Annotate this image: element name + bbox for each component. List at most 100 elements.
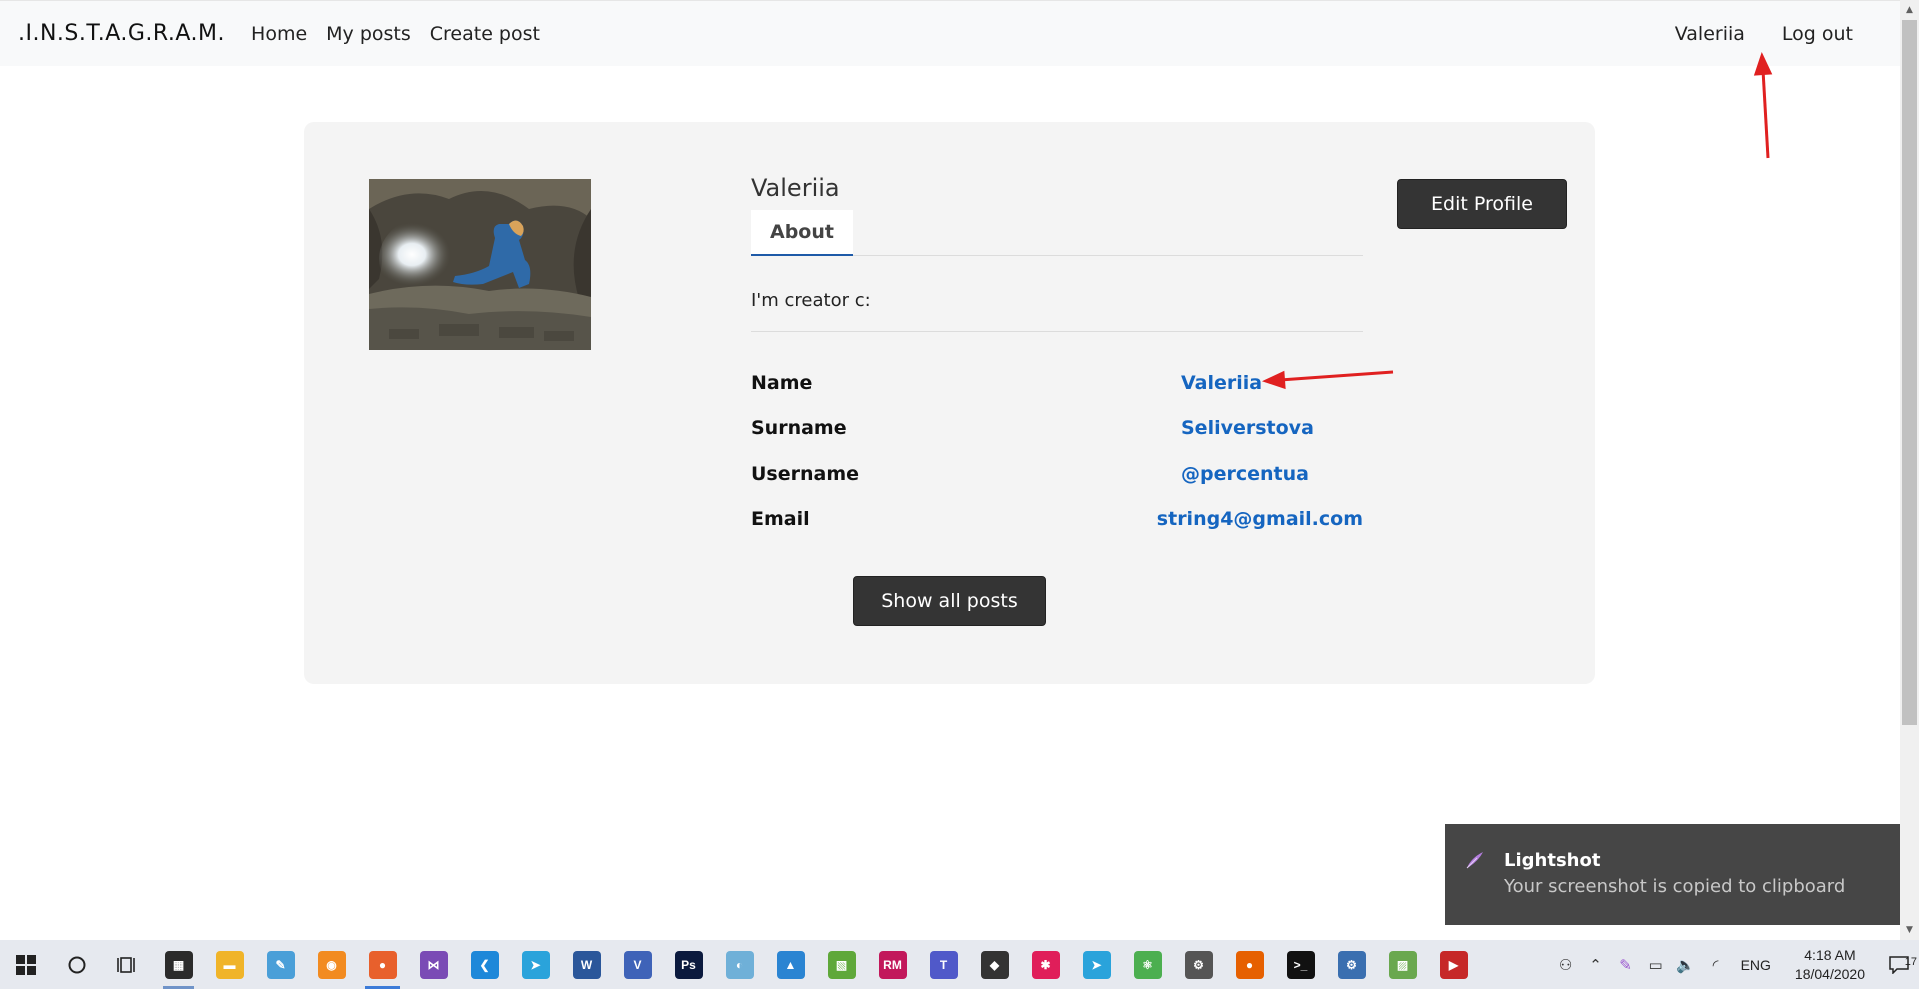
info-label: Surname: [751, 417, 847, 440]
taskbar-app-photoshop[interactable]: Ps: [663, 940, 714, 989]
info-row-username: Username @percentua: [751, 451, 1363, 497]
brand-logo[interactable]: .I.N.S.T.A.G.R.A.M.: [18, 21, 225, 46]
profile-photo: [369, 179, 591, 350]
scroll-up-arrow-icon[interactable]: ▲: [1900, 2, 1919, 18]
nav-logout[interactable]: Log out: [1782, 23, 1853, 45]
toast-title: Lightshot: [1504, 850, 1601, 871]
taskbar-app-slack[interactable]: ✱: [1020, 940, 1071, 989]
taskbar-app-inkscape[interactable]: ◆: [969, 940, 1020, 989]
taskbar-app-terminal[interactable]: >_: [1275, 940, 1326, 989]
clock-time: 4:18 AM: [1804, 946, 1856, 963]
nav-my-posts[interactable]: My posts: [326, 23, 411, 45]
slack-icon: ✱: [1031, 950, 1060, 979]
show-all-posts-button[interactable]: Show all posts: [853, 576, 1046, 626]
visual-studio-icon: ⋈: [419, 950, 448, 979]
edit-profile-button[interactable]: Edit Profile: [1397, 179, 1567, 229]
gear-tool-icon: ⚙: [1337, 950, 1366, 979]
vscode-icon: ❮: [470, 950, 499, 979]
paint-icon: ◐: [725, 950, 754, 979]
start-button[interactable]: [0, 940, 51, 989]
telegram-icon: ➤: [521, 950, 550, 979]
info-value-surname: Seliverstova: [1181, 417, 1314, 440]
video-player-icon: ▶: [1439, 950, 1468, 979]
profile-bio: I'm creator c:: [751, 256, 1363, 332]
photoshop-icon: Ps: [674, 950, 703, 979]
taskbar-app-telegram[interactable]: ➤: [510, 940, 561, 989]
taskbar-app-gear-tool[interactable]: ⚙: [1326, 940, 1377, 989]
windows-taskbar: ▦ ▬ ✎ ◉ ● ⋈ ❮ ➤ W V Ps ◐ ▲ ▧ RM T ◆ ✱ ➤ ⚛ ⚙ ● >_ ⚙ ▨ ▶ ⚇ ⌃ ✎ ▭ 🔈 …: [0, 940, 1919, 989]
taskbar-app-teams[interactable]: T: [918, 940, 969, 989]
system-tray: ⚇ ⌃ ✎ ▭ 🔈 ◜ ENG 4:18 AM 18/04/2020 17: [1551, 940, 1919, 989]
taskbar-app-rubymine[interactable]: RM: [867, 940, 918, 989]
ucbrowser-icon: ◉: [317, 950, 346, 979]
input-language[interactable]: ENG: [1741, 957, 1771, 973]
firefox-icon: ●: [368, 950, 397, 979]
nav-user-profile[interactable]: Valeriia: [1675, 23, 1745, 45]
rubymine-icon: RM: [878, 950, 907, 979]
taskbar-app-visual-studio-code-alt[interactable]: V: [612, 940, 663, 989]
profile-tabs: About: [751, 210, 1363, 256]
top-navbar: .I.N.S.T.A.G.R.A.M. Home My posts Create…: [0, 0, 1900, 66]
info-row-name: Name Valeriia: [751, 360, 1363, 406]
taskbar-app-video-player[interactable]: ▶: [1428, 940, 1479, 989]
taskbar-app-atom[interactable]: ⚛: [1122, 940, 1173, 989]
image-tool-icon: ▧: [827, 950, 856, 979]
nav-home[interactable]: Home: [251, 23, 307, 45]
taskbar-app-image-editor[interactable]: ▨: [1377, 940, 1428, 989]
annotation-arrow-user: [1753, 51, 1773, 159]
taskbar-app-firefox-alt[interactable]: ●: [1224, 940, 1275, 989]
taskbar-app-settings[interactable]: ⚙: [1173, 940, 1224, 989]
system-clock[interactable]: 4:18 AM 18/04/2020: [1795, 946, 1865, 984]
battery-icon[interactable]: ▭: [1641, 956, 1671, 974]
taskbar-pinned-apps: ▦ ▬ ✎ ◉ ● ⋈ ❮ ➤ W V Ps ◐ ▲ ▧ RM T ◆ ✱ ➤ ⚛ ⚙ ● >_ ⚙ ▨ ▶: [153, 940, 1479, 989]
task-view-icon: [116, 956, 135, 973]
inkscape-icon: ◆: [980, 950, 1009, 979]
notification-count: 17: [1904, 955, 1917, 968]
word-icon: W: [572, 950, 601, 979]
action-center-button[interactable]: 17: [1879, 956, 1919, 974]
terminal-icon: >_: [1286, 950, 1315, 979]
chevron-up-icon[interactable]: ⌃: [1581, 956, 1611, 974]
info-value-username: @percentua: [1181, 462, 1309, 485]
tab-about[interactable]: About: [751, 210, 853, 256]
taskbar-app-visual-studio[interactable]: ⋈: [408, 940, 459, 989]
info-label: Username: [751, 462, 860, 485]
lightshot-tray-icon[interactable]: ✎: [1611, 956, 1641, 974]
volume-icon[interactable]: 🔈: [1671, 956, 1701, 974]
taskbar-app-telegram-alt[interactable]: ➤: [1071, 940, 1122, 989]
firefox-alt-icon: ●: [1235, 950, 1264, 979]
windows-logo-icon: [15, 954, 36, 975]
scroll-down-arrow-icon[interactable]: ▼: [1900, 922, 1919, 938]
profile-photo-image: [369, 179, 591, 350]
lightshot-toast[interactable]: Lightshot Your screenshot is copied to c…: [1445, 824, 1900, 925]
taskbar-app-vscode[interactable]: ❮: [459, 940, 510, 989]
taskbar-app-sail[interactable]: ▲: [765, 940, 816, 989]
page-scrollbar[interactable]: ▲ ▼: [1900, 0, 1919, 940]
taskbar-app-firefox[interactable]: ●: [357, 940, 408, 989]
atom-icon: ⚛: [1133, 950, 1162, 979]
nav-right-group: Valeriia Log out: [1675, 23, 1872, 45]
profile-content: Valeriia About I'm creator c: Name Valer…: [751, 174, 1363, 542]
wifi-icon[interactable]: ◜: [1701, 956, 1731, 974]
info-label: Email: [751, 508, 810, 531]
taskbar-app-ucbrowser[interactable]: ◉: [306, 940, 357, 989]
scroll-thumb[interactable]: [1902, 20, 1917, 725]
info-row-email: Email string4@gmail.com: [751, 497, 1363, 543]
sail-icon: ▲: [776, 950, 805, 979]
task-view-button[interactable]: [102, 940, 153, 989]
taskbar-app-paint[interactable]: ◐: [714, 940, 765, 989]
taskbar-app-calculator[interactable]: ▦: [153, 940, 204, 989]
taskbar-app-image-tool[interactable]: ▧: [816, 940, 867, 989]
people-icon[interactable]: ⚇: [1551, 956, 1581, 974]
profile-card: Valeriia About I'm creator c: Name Valer…: [304, 122, 1595, 684]
clock-date: 18/04/2020: [1794, 965, 1865, 982]
taskbar-app-notes[interactable]: ✎: [255, 940, 306, 989]
info-label: Name: [751, 371, 813, 394]
taskbar-app-word[interactable]: W: [561, 940, 612, 989]
nav-create-post[interactable]: Create post: [430, 23, 540, 45]
calculator-icon: ▦: [164, 950, 193, 979]
search-button[interactable]: [51, 940, 102, 989]
info-value-email: string4@gmail.com: [1156, 508, 1363, 531]
notes-icon: ✎: [266, 950, 295, 979]
taskbar-app-file-explorer[interactable]: ▬: [204, 940, 255, 989]
